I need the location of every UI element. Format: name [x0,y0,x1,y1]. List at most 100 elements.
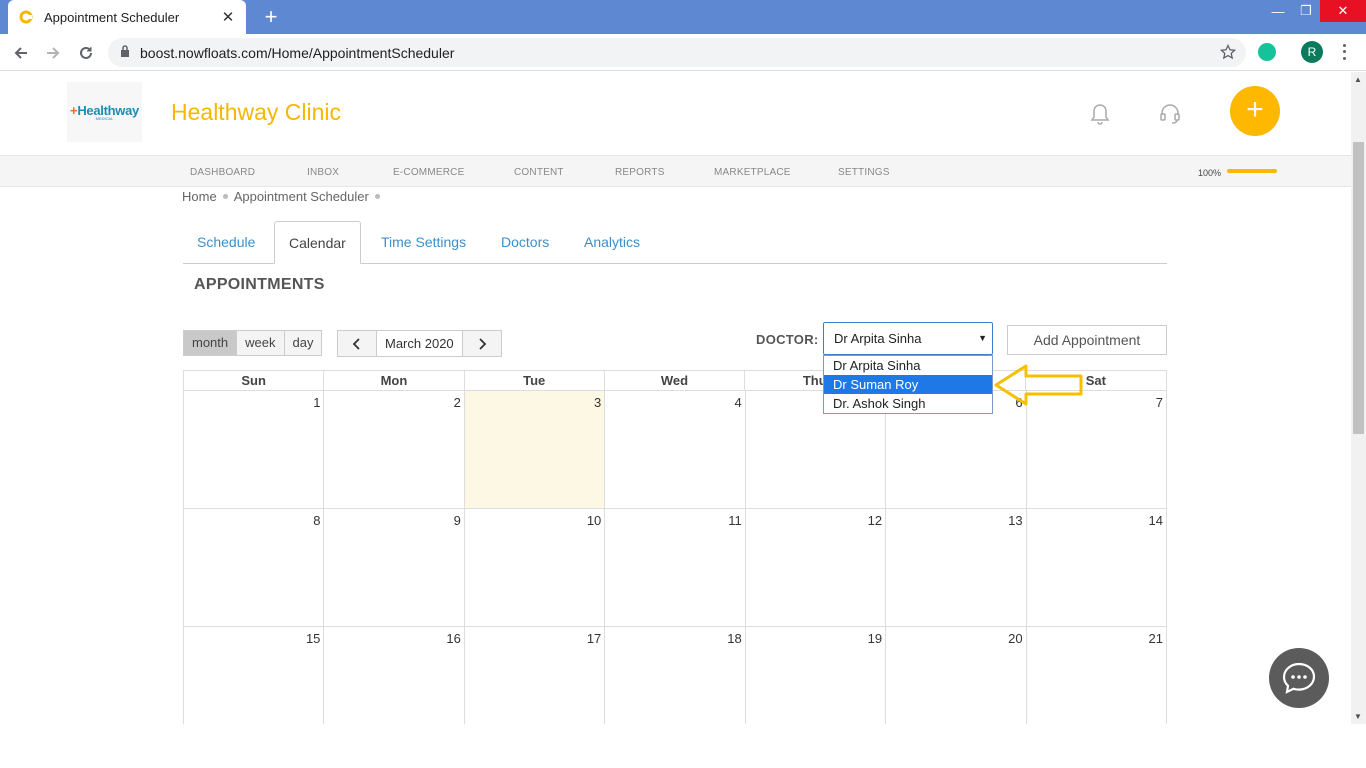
calendar-day-cell[interactable]: 9 [324,509,465,627]
calendar-day-cell[interactable]: 19 [746,627,887,724]
breadcrumb-separator [222,194,228,199]
page-scrollbar[interactable]: ▲ ▼ [1351,72,1366,724]
add-appointment-button[interactable]: Add Appointment [1007,325,1167,355]
calendar-day-cell[interactable]: 14 [1026,509,1167,627]
clinic-logo: +Healthway MEDICAL [67,82,142,142]
calendar-day-cell[interactable]: 10 [464,509,606,627]
chat-widget-button[interactable] [1269,648,1329,708]
nav-settings[interactable]: SETTINGS [838,167,890,178]
window-close-icon[interactable]: ✕ [1320,0,1366,22]
weekday-wed: Wed [605,371,746,390]
minimize-icon[interactable]: — [1264,0,1292,22]
tab-time-settings[interactable]: Time Settings [367,221,480,264]
main-navbar: DASHBOARD INBOX E-COMMERCE CONTENT REPOR… [0,155,1351,187]
breadcrumb-home[interactable]: Home [182,189,217,204]
chevron-left-icon [352,337,360,350]
current-month-label: March 2020 [376,331,463,356]
clinic-name: Healthway Clinic [171,99,342,125]
grammarly-extension-icon[interactable] [1258,43,1276,61]
prev-month-button[interactable] [338,331,376,356]
url-text: boost.nowfloats.com/Home/AppointmentSche… [140,44,455,61]
month-navigator: March 2020 [337,330,502,357]
support-headset-icon[interactable] [1158,102,1182,131]
doctor-select-value: Dr Arpita Sinha [834,331,922,346]
breadcrumb-separator [374,194,380,199]
tab-calendar[interactable]: Calendar [274,221,361,264]
calendar-day-cell[interactable]: 20 [886,627,1027,724]
tab-title: Appointment Scheduler [44,9,180,25]
restore-icon[interactable]: ❐ [1292,0,1320,22]
weekday-tue: Tue [465,371,605,390]
browser-titlebar: Appointment Scheduler ✕ + — ❐ ✕ [0,0,1366,34]
nav-inbox[interactable]: INBOX [307,167,339,178]
nav-reports[interactable]: REPORTS [615,167,665,178]
nav-content[interactable]: CONTENT [514,167,564,178]
calendar-day-cell[interactable]: 13 [886,509,1027,627]
scroll-thumb[interactable] [1353,142,1364,434]
doctor-option-ashok[interactable]: Dr. Ashok Singh [824,394,992,413]
doctor-label: DOCTOR: [756,332,819,347]
calendar-day-cell[interactable]: 16 [324,627,465,724]
bookmark-star-icon[interactable] [1219,43,1237,65]
back-icon[interactable] [8,40,34,66]
nav-ecommerce[interactable]: E-COMMERCE [393,167,464,178]
doctor-dropdown-list: Dr Arpita Sinha Dr Suman Roy Dr. Ashok S… [823,355,993,414]
scroll-down-icon[interactable]: ▼ [1354,712,1362,721]
calendar-day-cell[interactable]: 15 [184,627,325,724]
month-calendar: Sun Mon Tue Wed Thu Fri Sat 123456789101… [183,370,1167,724]
browser-toolbar: boost.nowfloats.com/Home/AppointmentSche… [0,34,1366,71]
address-bar[interactable]: boost.nowfloats.com/Home/AppointmentSche… [108,38,1246,67]
profile-progress-label: 100% [1198,168,1222,178]
reload-icon[interactable] [73,40,99,66]
calendar-day-cell[interactable]: 21 [1027,627,1167,724]
doctor-option-suman[interactable]: Dr Suman Roy [824,375,992,394]
weekday-mon: Mon [324,371,465,390]
doctor-select[interactable]: Dr Arpita Sinha ▼ [823,322,993,355]
tab-schedule[interactable]: Schedule [183,221,269,264]
calendar-day-cell[interactable]: 1 [184,391,325,509]
breadcrumb: Home Appointment Scheduler [182,189,386,204]
calendar-grid: 123456789101112131415161718192021 [183,390,1167,724]
lock-icon [120,44,130,62]
add-fab-button[interactable]: + [1230,86,1280,136]
calendar-day-cell[interactable]: 7 [1026,391,1167,509]
new-tab-button[interactable]: + [258,4,284,30]
calendar-day-cell[interactable]: 8 [184,509,325,627]
nav-marketplace[interactable]: MARKETPLACE [714,167,791,178]
breadcrumb-current: Appointment Scheduler [233,189,369,204]
next-month-button[interactable] [462,331,501,356]
browser-tab[interactable]: Appointment Scheduler ✕ [8,0,246,34]
doctor-option-arpita[interactable]: Dr Arpita Sinha [824,356,992,375]
scheduler-tabs: Schedule Calendar Time Settings Doctors … [183,221,1167,264]
calendar-day-cell[interactable]: 4 [605,391,746,509]
calendar-day-cell[interactable]: 3 [464,391,606,509]
view-month-button[interactable]: month [184,331,238,355]
scroll-up-icon[interactable]: ▲ [1354,75,1362,84]
tab-analytics[interactable]: Analytics [570,221,654,264]
calendar-day-cell[interactable]: 18 [605,627,746,724]
tab-doctors[interactable]: Doctors [487,221,563,264]
calendar-view-switcher: month week day [183,330,323,356]
calendar-day-cell[interactable]: 11 [605,509,746,627]
profile-avatar[interactable]: R [1301,41,1323,63]
notification-bell-icon[interactable] [1089,102,1111,131]
forward-icon[interactable] [40,40,66,66]
view-week-button[interactable]: week [237,331,285,355]
browser-menu-icon[interactable] [1336,42,1352,62]
close-tab-icon[interactable]: ✕ [220,8,236,26]
calendar-day-cell[interactable]: 17 [465,627,606,724]
page-content: +Healthway MEDICAL Healthway Clinic + DA… [0,72,1351,724]
caret-down-icon: ▼ [978,333,987,343]
window-controls: — ❐ ✕ [1264,0,1366,22]
logo-subtext: MEDICAL [95,116,114,121]
nav-dashboard[interactable]: DASHBOARD [190,167,255,178]
appointments-title: APPOINTMENTS [194,276,325,293]
weekday-sun: Sun [184,371,325,390]
profile-progress-bar [1227,169,1277,173]
calendar-day-cell[interactable]: 12 [745,509,887,627]
view-day-button[interactable]: day [284,331,322,355]
chat-icon [1282,662,1316,694]
calendar-day-cell[interactable]: 2 [324,391,465,509]
chevron-right-icon [479,337,486,350]
annotation-arrow-icon [994,364,1083,406]
